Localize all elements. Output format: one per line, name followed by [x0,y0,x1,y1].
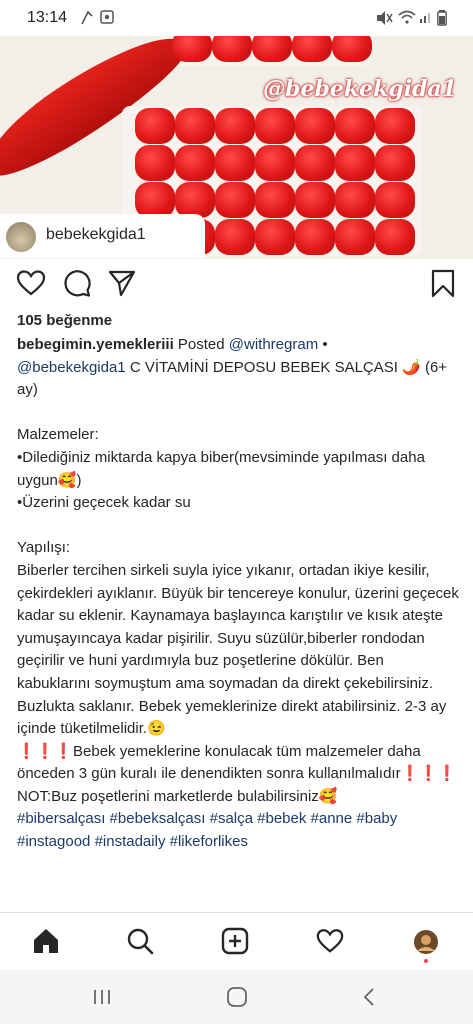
puree-cube [135,145,175,181]
method-header: Yapılışı: [17,539,71,557]
ingredient-item: •Üzerini geçecek kadar su [17,494,191,512]
screenshot-icon [100,10,114,27]
puree-cube [335,182,375,218]
photo-watermark: @bebekekgida1 [263,76,457,102]
home-circle-icon[interactable] [226,986,248,1013]
puree-cube [295,108,335,144]
back-icon[interactable] [360,986,380,1013]
post-action-bar [0,262,473,308]
puree-cube [215,145,255,181]
nfc-icon [80,10,94,29]
caption-author[interactable]: bebegimin.yemekleriii [17,336,174,353]
puree-cube [255,182,295,218]
puree-cube [255,219,295,255]
warning-text: ❗❗❗Bebek yemeklerine konulacak tüm malze… [17,742,457,805]
heart-icon[interactable] [16,268,46,303]
recent-apps-icon[interactable] [92,987,112,1012]
puree-cube [375,108,415,144]
home-icon[interactable] [32,927,60,960]
system-navigation-bar [0,970,473,1024]
puree-cube [335,108,375,144]
puree-cube [295,145,335,181]
bottom-navigation [0,912,473,971]
puree-cube [135,182,175,218]
method-text: Biberler tercihen sirkeli suyla iyice yı… [17,561,459,738]
puree-cube [255,145,295,181]
puree-cube [332,36,372,62]
new-post-icon[interactable] [221,927,249,960]
puree-cube [252,36,292,62]
wifi-icon [398,10,416,27]
author-username[interactable]: bebekekgida1 [46,226,146,244]
post-caption: bebegimin.yemekleriii Posted @withregram… [17,334,459,854]
puree-cube [215,182,255,218]
puree-cube [335,219,375,255]
bookmark-icon[interactable] [429,268,457,303]
puree-cube [255,108,295,144]
ingredients-header: Malzemeler: [17,426,99,444]
caption-bullet: • [322,336,328,353]
puree-cube [172,36,212,62]
caption-posted: Posted [177,336,225,353]
puree-cube [335,145,375,181]
puree-cube [215,219,255,255]
puree-cube [375,219,415,255]
original-author-mention[interactable]: @bebekekgida1 [17,359,126,376]
repost-mention[interactable]: @withregram [229,336,318,353]
battery-icon [437,10,447,29]
puree-cube [295,182,335,218]
puree-cube [175,145,215,181]
puree-cube [375,182,415,218]
status-time: 13:14 [27,9,68,26]
hashtags[interactable]: #bibersalçası #bebeksalçası #salça #bebe… [17,808,459,853]
post-author-chip[interactable]: bebekekgida1 [0,214,205,258]
puree-cube [375,145,415,181]
status-bar: 13:14 [0,0,473,36]
mute-icon [375,10,393,29]
signal-icon [419,10,433,27]
puree-cube [212,36,252,62]
puree-cube [175,182,215,218]
puree-cube [135,108,175,144]
puree-cube [292,36,332,62]
comment-icon[interactable] [62,268,92,303]
profile-avatar[interactable] [413,929,439,960]
ingredient-item: •Dilediğiniz miktarda kapya biber(mevsim… [17,448,425,489]
puree-cube [215,108,255,144]
likes-count[interactable]: 105 beğenme [17,312,112,329]
activity-heart-icon[interactable] [316,927,344,960]
search-icon[interactable] [126,927,154,960]
notification-dot [424,959,428,963]
share-icon[interactable] [107,268,137,303]
puree-cube [295,219,335,255]
author-avatar[interactable] [6,222,36,252]
puree-cube [175,108,215,144]
